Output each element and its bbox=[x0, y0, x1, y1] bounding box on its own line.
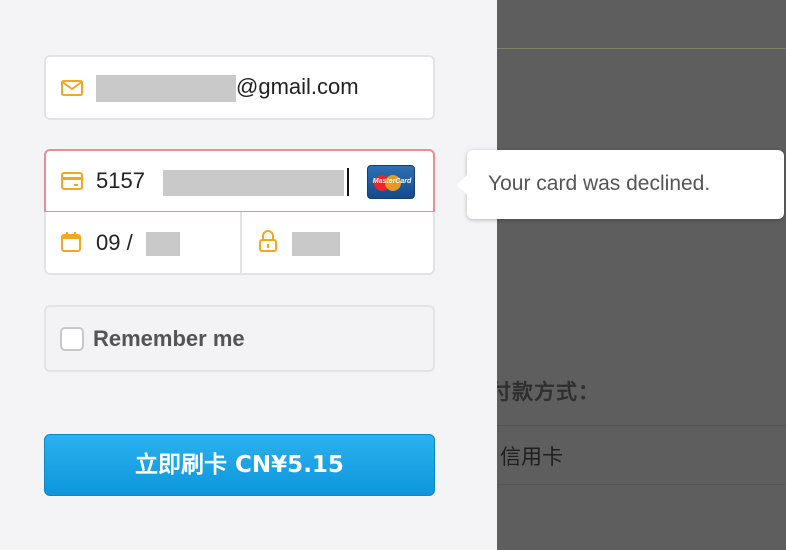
remember-me-checkbox[interactable] bbox=[60, 327, 84, 351]
calendar-icon bbox=[61, 232, 81, 252]
mail-icon bbox=[61, 80, 83, 96]
email-field[interactable]: @gmail.com bbox=[44, 55, 435, 120]
card-brand-label: MasterCard bbox=[372, 178, 412, 185]
background-divider bbox=[497, 425, 786, 426]
pay-button[interactable]: 立即刷卡 CN¥5.15 bbox=[44, 434, 435, 496]
error-message: Your card was declined. bbox=[488, 172, 711, 195]
redacted-cvc bbox=[292, 232, 340, 256]
background-divider bbox=[497, 484, 786, 485]
redacted-email-local-part bbox=[96, 75, 236, 102]
email-domain-text: @gmail.com bbox=[236, 74, 359, 99]
cvc-field[interactable] bbox=[242, 212, 435, 273]
payment-method-heading: 付款方式： bbox=[490, 380, 600, 404]
card-number-field[interactable]: 5157 MasterCard bbox=[44, 149, 435, 213]
remember-me-label: Remember me bbox=[93, 326, 245, 351]
card-number-prefix: 5157 bbox=[96, 168, 145, 193]
redacted-expiry-year bbox=[146, 232, 180, 256]
expiry-field[interactable]: 09 / bbox=[46, 212, 240, 273]
checkout-panel: @gmail.com 5157 MasterCard 09 / Remember… bbox=[0, 0, 497, 550]
card-declined-tooltip: Your card was declined. bbox=[457, 150, 784, 219]
lock-icon bbox=[259, 230, 277, 252]
redacted-card-number bbox=[163, 170, 344, 196]
expiry-month-text: 09 / bbox=[96, 230, 133, 255]
mastercard-logo: MasterCard bbox=[367, 165, 415, 199]
remember-me-option[interactable]: Remember me bbox=[44, 305, 435, 372]
payment-option-credit-card: 信用卡 bbox=[500, 445, 563, 469]
tooltip-arrow bbox=[457, 175, 467, 195]
text-cursor bbox=[347, 168, 349, 196]
background-divider bbox=[497, 48, 786, 49]
expiry-cvc-row: 09 / bbox=[44, 212, 435, 275]
credit-card-icon bbox=[61, 172, 83, 190]
